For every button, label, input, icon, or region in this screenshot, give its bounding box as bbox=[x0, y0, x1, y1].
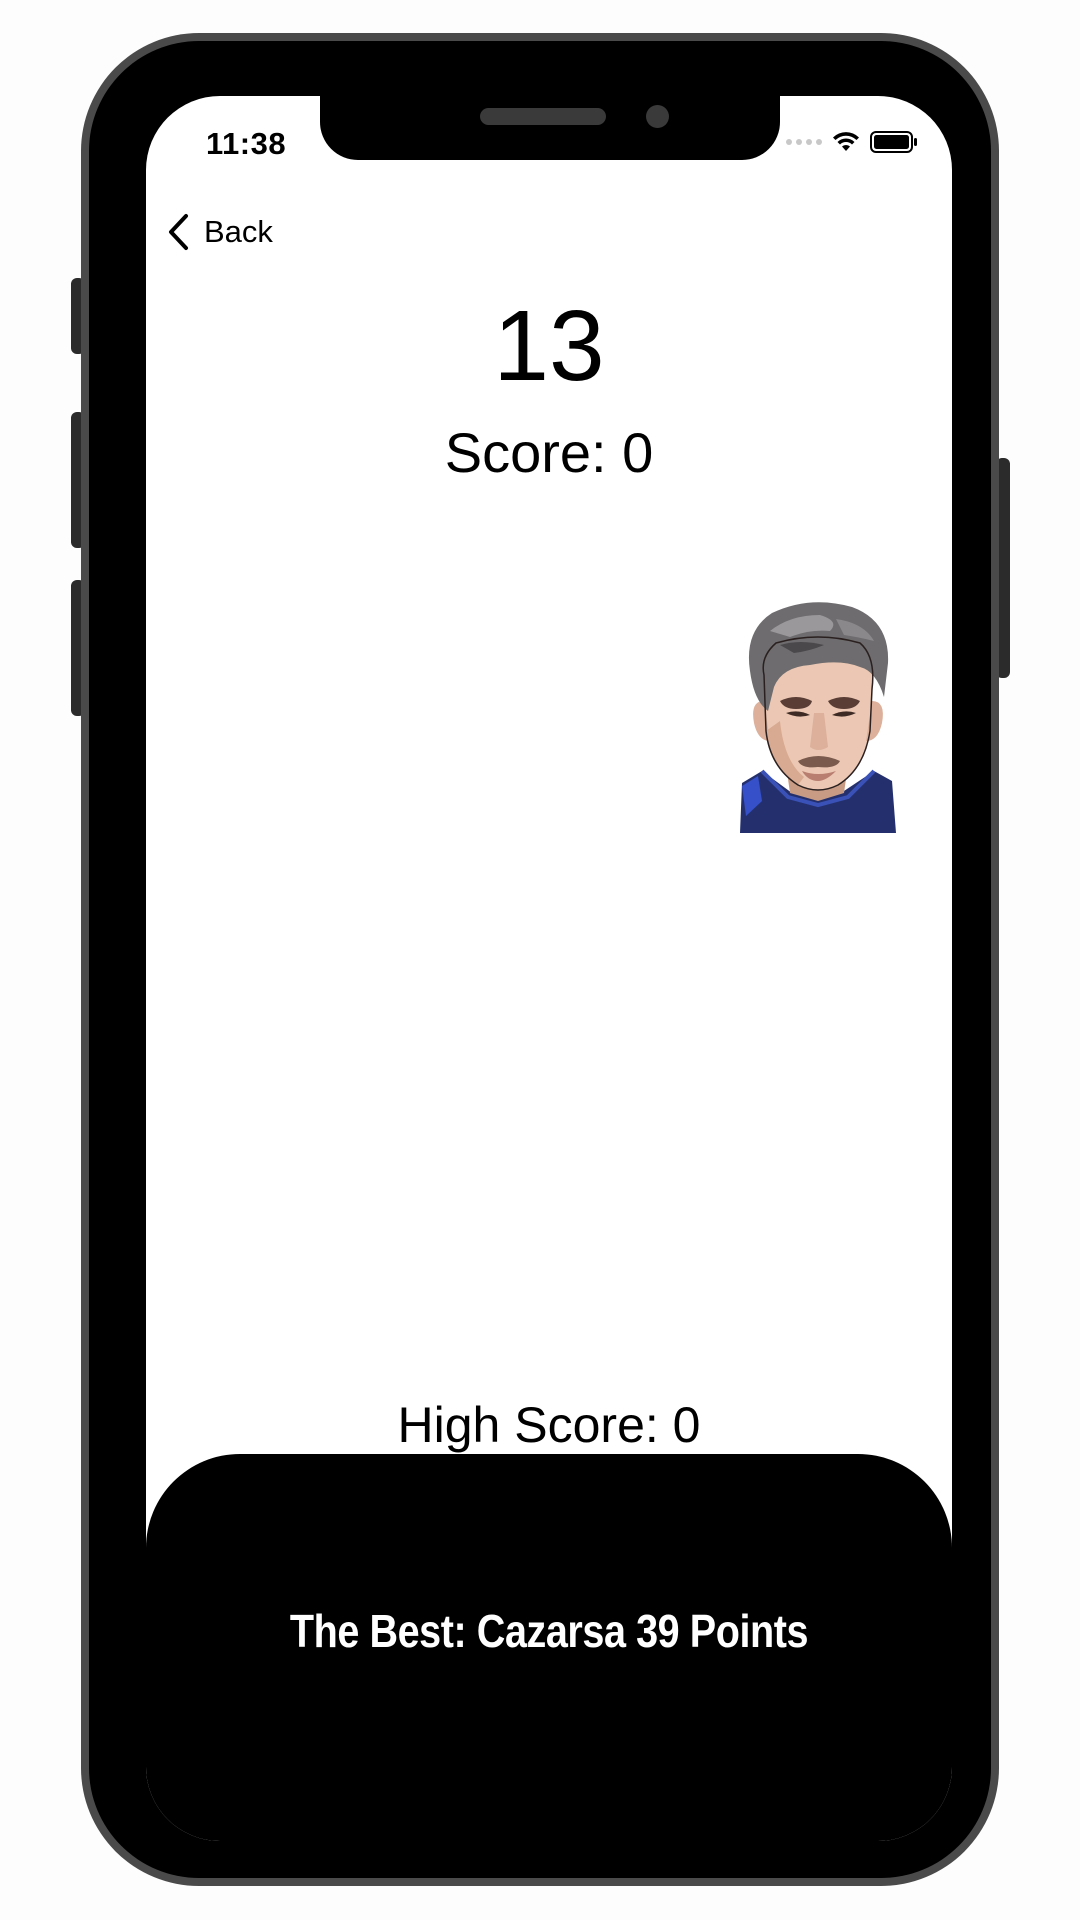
player-face-image[interactable] bbox=[740, 601, 896, 833]
device-stage: 11:38 Back 13 Score: 0 High Score: 0 The… bbox=[0, 0, 1080, 1920]
wifi-icon bbox=[833, 132, 859, 151]
best-score-text: The Best: Cazarsa 39 Points bbox=[289, 1605, 809, 1657]
phone-screen: 11:38 Back 13 Score: 0 High Score: 0 The… bbox=[146, 96, 952, 1841]
notch bbox=[320, 96, 780, 160]
best-score-banner: The Best: Cazarsa 39 Points bbox=[146, 1454, 952, 1841]
battery-icon bbox=[870, 131, 917, 153]
back-button[interactable]: Back bbox=[166, 210, 273, 254]
phone-bezel: 11:38 Back 13 Score: 0 High Score: 0 The… bbox=[89, 41, 991, 1878]
score-label: Score: 0 bbox=[444, 421, 654, 484]
high-score-label: High Score: 0 bbox=[397, 1397, 701, 1453]
chevron-left-icon bbox=[169, 214, 188, 250]
speaker-grille bbox=[480, 108, 606, 125]
status-icons bbox=[786, 130, 918, 154]
status-time: 11:38 bbox=[206, 126, 287, 161]
front-camera bbox=[646, 105, 669, 128]
signal-dots-icon bbox=[786, 139, 822, 145]
countdown-counter: 13 bbox=[493, 290, 605, 402]
phone-frame: 11:38 Back 13 Score: 0 High Score: 0 The… bbox=[81, 33, 999, 1886]
back-button-label: Back bbox=[204, 214, 273, 249]
